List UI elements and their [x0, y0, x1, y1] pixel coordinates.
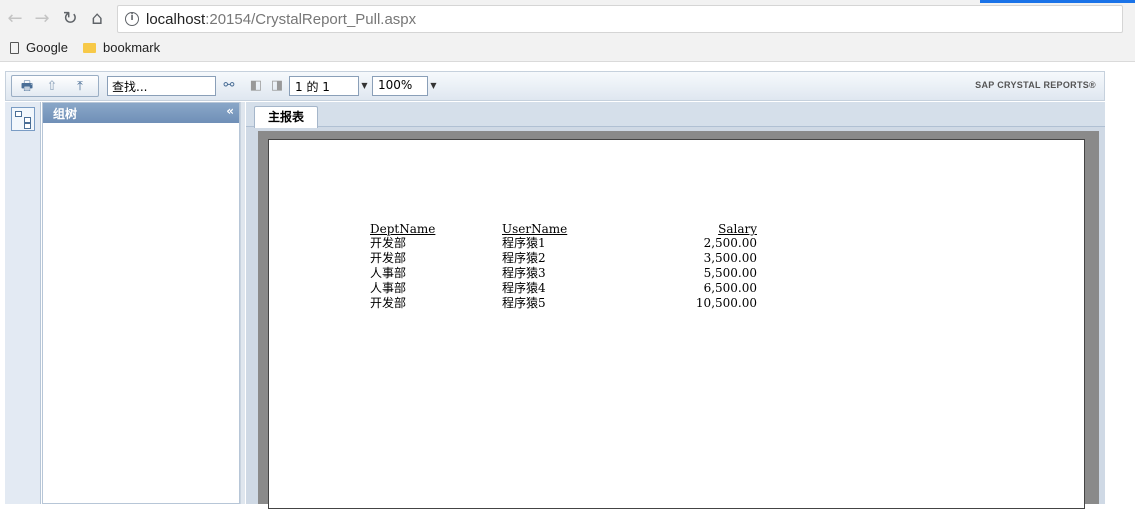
column-header-salary: Salary — [718, 222, 757, 236]
report-viewer: 主报表 DeptName UserName Salary 开发部 程序猿1 2,… — [246, 102, 1105, 509]
crystal-toolbar: 🖶 ⇧ ⤒ 查找... ⚯ ◧ ◨ 1 的 1 ▼ 100% ▼ SAP CRY… — [5, 71, 1105, 101]
address-bar[interactable]: i localhost:20154/CrystalReport_Pull.asp… — [117, 5, 1123, 33]
cell-user: 程序猿2 — [502, 251, 546, 265]
cell-dept: 开发部 — [370, 251, 407, 265]
cell-salary: 2,500.00 — [703, 236, 757, 250]
previous-page-icon[interactable]: ◧ — [247, 78, 265, 94]
report-tab-strip: 主报表 — [246, 102, 1105, 128]
zoom-dropdown-icon[interactable]: ▼ — [428, 76, 439, 96]
upload-icon[interactable]: ⇧ — [43, 79, 61, 95]
back-arrow-icon[interactable]: ← — [4, 8, 26, 30]
toolbar-button-group: 🖶 ⇧ ⤒ — [11, 75, 99, 97]
browser-toolbar: ← → ↻ ⌂ i localhost:20154/CrystalReport_… — [0, 0, 1135, 36]
column-header-deptname: DeptName — [370, 222, 436, 236]
collapse-icon[interactable]: « — [226, 104, 234, 118]
bookmark-google[interactable]: Google — [10, 40, 68, 55]
tree-node-icon — [24, 123, 31, 129]
cell-user: 程序猿3 — [502, 266, 546, 280]
cell-user: 程序猿5 — [502, 296, 546, 310]
home-icon[interactable]: ⌂ — [86, 8, 108, 30]
bookmarks-bar: Google bookmark — [0, 36, 1135, 62]
bookmark-folder[interactable]: bookmark — [83, 40, 160, 55]
forward-arrow-icon[interactable]: → — [31, 8, 53, 30]
group-tree-header: 组树 « — [43, 103, 239, 123]
info-icon[interactable]: i — [125, 12, 139, 26]
cell-dept: 开发部 — [370, 236, 407, 250]
cell-dept: 人事部 — [370, 281, 407, 295]
group-tree-toggle-icon[interactable] — [11, 107, 35, 131]
tree-node-icon — [15, 111, 22, 117]
group-tree-panel: 组树 « — [42, 102, 240, 504]
cell-salary: 10,500.00 — [695, 296, 757, 310]
cell-dept: 开发部 — [370, 296, 407, 310]
active-tab-indicator — [980, 0, 1135, 3]
cell-salary: 3,500.00 — [703, 251, 757, 265]
column-header-username: UserName — [502, 222, 568, 236]
print-icon[interactable]: 🖶 — [18, 79, 36, 95]
tab-main-report[interactable]: 主报表 — [254, 106, 318, 128]
page-icon — [10, 42, 19, 54]
folder-icon — [83, 43, 96, 53]
next-page-icon[interactable]: ◨ — [268, 78, 286, 94]
export-icon[interactable]: ⤒ — [71, 79, 89, 95]
page-number-field[interactable]: 1 的 1 — [289, 76, 359, 96]
reload-icon[interactable]: ↻ — [59, 8, 81, 30]
cell-salary: 6,500.00 — [703, 281, 757, 295]
sap-crystal-reports-logo: SAP CRYSTAL REPORTS® — [975, 80, 1096, 90]
zoom-field[interactable]: 100% — [372, 76, 428, 96]
binoculars-icon[interactable]: ⚯ — [220, 78, 238, 94]
report-page: DeptName UserName Salary 开发部 程序猿1 2,500.… — [268, 139, 1085, 509]
cell-user: 程序猿1 — [502, 236, 546, 250]
url-text: localhost:20154/CrystalReport_Pull.aspx — [146, 11, 417, 28]
page-dropdown-icon[interactable]: ▼ — [359, 76, 370, 96]
group-tree-title: 组树 — [53, 107, 78, 121]
cell-salary: 5,500.00 — [703, 266, 757, 280]
cell-dept: 人事部 — [370, 266, 407, 280]
panel-toggle-strip — [5, 102, 41, 504]
page-content: 🖶 ⇧ ⤒ 查找... ⚯ ◧ ◨ 1 的 1 ▼ 100% ▼ SAP CRY… — [0, 62, 1135, 509]
cell-user: 程序猿4 — [502, 281, 546, 295]
panel-splitter[interactable] — [240, 102, 245, 504]
search-input[interactable]: 查找... — [107, 76, 216, 96]
report-canvas: DeptName UserName Salary 开发部 程序猿1 2,500.… — [258, 131, 1099, 509]
